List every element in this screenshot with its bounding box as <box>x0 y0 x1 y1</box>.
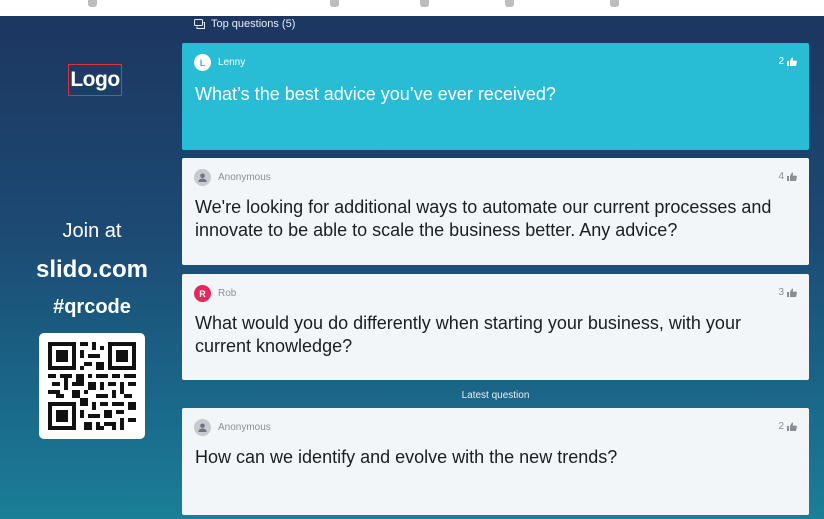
user-silhouette-icon <box>198 173 207 182</box>
header-tab-marker <box>88 0 97 7</box>
avatar: L <box>194 54 211 71</box>
author-name: Anonymous <box>218 422 271 433</box>
question-author: R Rob <box>194 285 236 302</box>
vote-number: 2 <box>778 56 784 67</box>
vote-count[interactable]: 2 <box>778 421 797 432</box>
thumbs-up-icon <box>787 288 797 297</box>
author-name: Lenny <box>218 57 246 68</box>
thumbs-up-icon <box>787 422 797 431</box>
author-name: Anonymous <box>218 172 271 183</box>
event-logo: Logo <box>68 64 122 96</box>
latest-question-label: Latest question <box>461 390 530 401</box>
header-tab-marker <box>610 0 619 7</box>
event-code: #qrcode <box>53 296 131 318</box>
vote-count[interactable]: 3 <box>778 287 797 298</box>
anonymous-avatar <box>194 169 211 186</box>
top-questions-label: Top questions (5) <box>211 18 296 30</box>
thumbs-up-icon <box>787 57 797 66</box>
join-at-text: Join at <box>62 220 122 242</box>
question-author: Anonymous <box>194 419 271 436</box>
question-author: Anonymous <box>194 169 271 186</box>
vote-number: 3 <box>778 287 784 298</box>
header-strip <box>0 0 824 16</box>
qr-code-icon <box>48 342 136 430</box>
header-tab-marker <box>420 0 429 7</box>
qr-code <box>39 333 145 439</box>
vote-count[interactable]: 2 <box>778 56 797 67</box>
vote-number: 2 <box>778 421 784 432</box>
top-questions-header: Top questions (5) <box>194 18 295 30</box>
vote-count[interactable]: 4 <box>778 171 797 182</box>
latest-question-card[interactable]: Anonymous 2 How can we identify and evol… <box>182 408 809 515</box>
question-text: What’s the best advice you’ve ever recei… <box>195 84 556 104</box>
question-text: We're looking for additional ways to aut… <box>195 197 772 240</box>
question-text: What would you do differently when start… <box>195 313 741 356</box>
question-card[interactable]: R Rob 3 What would you do differently wh… <box>182 274 809 380</box>
question-author: L Lenny <box>194 54 245 71</box>
author-name: Rob <box>218 288 237 299</box>
header-tab-marker <box>330 0 339 7</box>
avatar: R <box>194 285 211 302</box>
anonymous-avatar <box>194 419 211 436</box>
question-text: How can we identify and evolve with the … <box>195 447 618 467</box>
question-card[interactable]: L Lenny 2 What’s the best advice you’ve … <box>182 43 809 150</box>
user-silhouette-icon <box>198 423 207 432</box>
vote-number: 4 <box>778 171 784 182</box>
question-card[interactable]: Anonymous 4 We're looking for additional… <box>182 158 809 265</box>
thumbs-up-icon <box>787 172 797 181</box>
join-url[interactable]: slido.com <box>0 256 184 284</box>
header-tab-marker <box>505 0 514 7</box>
chat-bubbles-icon <box>194 18 205 29</box>
